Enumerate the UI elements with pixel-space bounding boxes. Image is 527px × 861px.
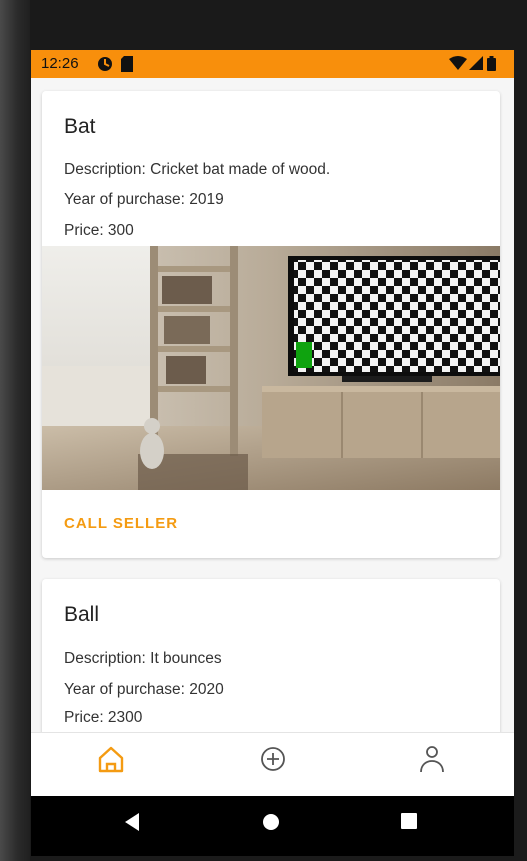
product-image <box>42 246 500 490</box>
recents-icon[interactable] <box>400 812 418 835</box>
add-circle-icon <box>249 747 297 783</box>
product-price: Price: 2300 <box>64 709 143 726</box>
product-card: Ball Description: It bounces Year of pur… <box>42 579 500 732</box>
phone-top-bezel <box>8 0 527 50</box>
product-description: Description: It bounces <box>64 650 222 667</box>
nav-add[interactable] <box>249 739 297 779</box>
call-seller-button[interactable]: CALL SELLER <box>64 515 178 532</box>
product-price: Price: 300 <box>64 222 134 239</box>
app-screen: 12:26 Bat Description: Cricket bat made … <box>31 50 514 796</box>
status-time: 12:26 <box>41 55 79 72</box>
profile-icon <box>408 746 456 783</box>
signal-icon <box>469 56 483 75</box>
nav-profile[interactable] <box>408 739 456 779</box>
system-navigation-bar <box>31 796 514 856</box>
nav-home[interactable] <box>87 739 135 779</box>
product-year: Year of purchase: 2019 <box>64 191 224 208</box>
data-saver-icon <box>97 56 113 77</box>
wifi-icon <box>449 56 467 75</box>
product-description: Description: Cricket bat made of wood. <box>64 161 331 178</box>
product-list[interactable]: Bat Description: Cricket bat made of woo… <box>31 78 514 732</box>
sd-card-icon <box>121 56 133 77</box>
phone-side-edge <box>0 0 30 861</box>
bottom-navigation <box>31 732 514 796</box>
back-icon[interactable] <box>123 812 141 837</box>
product-title: Bat <box>64 115 96 138</box>
product-title: Ball <box>64 603 100 626</box>
home-icon <box>87 746 135 783</box>
product-year: Year of purchase: 2020 <box>64 681 224 698</box>
status-bar: 12:26 <box>31 50 514 78</box>
phone-frame: 12:26 Bat Description: Cricket bat made … <box>0 0 527 861</box>
home-button-icon[interactable] <box>261 812 281 837</box>
product-card: Bat Description: Cricket bat made of woo… <box>42 91 500 558</box>
battery-icon <box>487 56 496 76</box>
